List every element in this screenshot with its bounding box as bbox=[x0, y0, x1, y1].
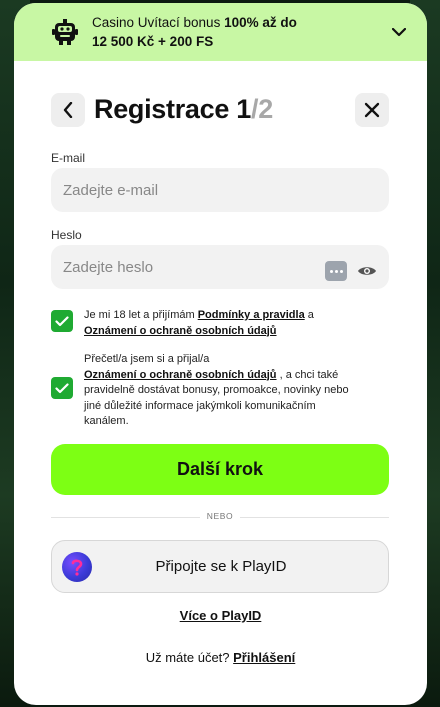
chevron-left-icon bbox=[63, 102, 73, 118]
password-label: Heslo bbox=[51, 228, 82, 242]
playid-connect-button[interactable]: Připojte se k PlayID bbox=[51, 540, 389, 593]
more-about-playid-link[interactable]: Více o PlayID bbox=[14, 608, 427, 623]
consent-marketing-row: Přečetl/a jsem si a přijal/a Oznámení o … bbox=[51, 352, 391, 430]
checkmark-icon bbox=[55, 382, 69, 393]
login-prompt: Už máte účet? Přihlášení bbox=[14, 650, 427, 665]
divider-label: NEBO bbox=[200, 511, 240, 521]
consent-terms-text: Je mi 18 let a přijímám Podmínky a pravi… bbox=[84, 308, 314, 339]
chevron-down-icon[interactable] bbox=[389, 22, 409, 42]
playid-connect-label: Připojte se k PlayID bbox=[155, 558, 287, 575]
consent-marketing-prefix: Přečetl/a jsem si a přijal/a bbox=[84, 353, 210, 365]
consent-terms-row: Je mi 18 let a přijímám Podmínky a pravi… bbox=[51, 308, 391, 339]
login-link[interactable]: Přihlášení bbox=[233, 650, 295, 665]
back-button[interactable] bbox=[51, 93, 85, 127]
title-step-total: /2 bbox=[251, 94, 273, 124]
consent-terms-prefix: Je mi 18 let a přijímám bbox=[84, 309, 198, 321]
modal-header: Registrace 1/2 bbox=[14, 91, 427, 153]
consent-terms-checkbox[interactable] bbox=[51, 310, 73, 332]
login-question: Už máte účet? bbox=[145, 650, 234, 665]
password-manager-icon[interactable] bbox=[325, 261, 347, 281]
registration-modal: Casino Uvítací bonus 100% až do 12 500 K… bbox=[14, 3, 427, 705]
privacy-link[interactable]: Oznámení o ochraně osobních údajů bbox=[84, 325, 277, 337]
email-label: E-mail bbox=[51, 151, 86, 165]
playid-logo-icon bbox=[62, 551, 92, 582]
next-step-button[interactable]: Další krok bbox=[51, 444, 389, 495]
consent-terms-middle: a bbox=[304, 309, 314, 321]
banner-text: Casino Uvítací bonus 100% až do 12 500 K… bbox=[92, 13, 389, 51]
close-button[interactable] bbox=[355, 93, 389, 127]
email-field[interactable] bbox=[51, 168, 389, 212]
title-text: Registrace 1 bbox=[94, 94, 251, 124]
bonus-banner[interactable]: Casino Uvítací bonus 100% až do 12 500 K… bbox=[14, 3, 427, 61]
robot-gift-icon bbox=[52, 19, 78, 45]
terms-link[interactable]: Podmínky a pravidla bbox=[198, 309, 305, 321]
page-title: Registrace 1/2 bbox=[94, 91, 273, 127]
eye-icon[interactable] bbox=[357, 264, 377, 278]
banner-text-prefix: Casino Uvítací bonus bbox=[92, 15, 225, 30]
consent-marketing-checkbox[interactable] bbox=[51, 377, 73, 399]
banner-text-line2: 12 500 Kč + 200 FS bbox=[92, 34, 214, 49]
close-icon bbox=[364, 102, 380, 118]
consent-marketing-text: Přečetl/a jsem si a přijal/a Oznámení o … bbox=[84, 352, 349, 430]
banner-text-bold: 100% až do bbox=[224, 15, 297, 30]
privacy-link-2[interactable]: Oznámení o ochraně osobních údajů bbox=[84, 369, 277, 381]
checkmark-icon bbox=[55, 315, 69, 326]
password-icons bbox=[325, 261, 377, 281]
